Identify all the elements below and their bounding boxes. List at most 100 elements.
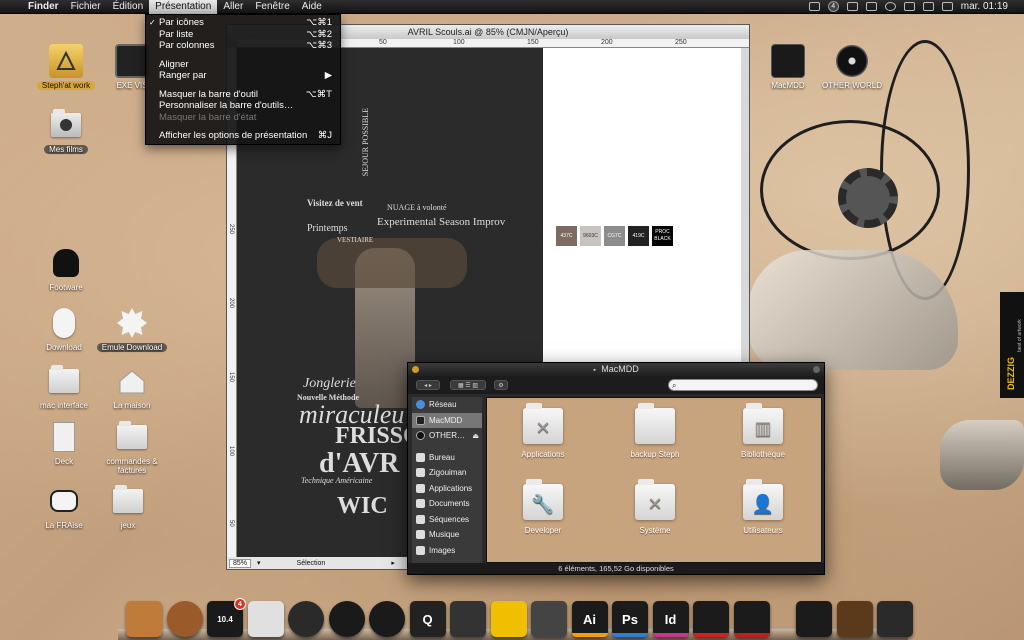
desktop-icon-emule-download[interactable]: Emule Download	[96, 306, 168, 353]
menu-item-par-colonnes[interactable]: Par colonnes ⌥⌘3	[146, 40, 340, 52]
sidebar-item-other[interactable]: OTHER… ⏏	[412, 428, 482, 444]
view-mode-buttons[interactable]: ▦ ☰ ▥	[450, 380, 486, 390]
menu-aller[interactable]: Aller	[217, 0, 249, 14]
ink-pen-icon[interactable]	[450, 601, 486, 637]
color-swatch[interactable]: 9603C	[580, 226, 601, 246]
preview-icon[interactable]	[247, 601, 284, 637]
finder-sidebar: Réseau MacMDD OTHER… ⏏ Bureau Zigouiman A…	[412, 397, 482, 563]
menubar: Finder Fichier Édition Présentation Alle…	[0, 0, 1024, 14]
sync-icon[interactable]	[846, 2, 858, 11]
folder-applications[interactable]: ✕ Applications	[493, 403, 593, 459]
wallpaper-figure	[748, 250, 958, 370]
folder-icon	[635, 403, 675, 444]
menu-item-aligner[interactable]: Aligner	[146, 59, 340, 71]
folder-systeme[interactable]: ✕ Système	[605, 479, 705, 535]
action-menu-button[interactable]: ⚙	[494, 380, 508, 390]
menubar-badge[interactable]: 4	[827, 1, 839, 12]
menu-item-masquer-barre-outil[interactable]: Masquer la barre d'outil ⌥⌘T	[146, 89, 340, 101]
sidebar-item-musique[interactable]: Musique	[412, 527, 482, 543]
system-10-4-icon[interactable]: 10.4 4	[207, 598, 246, 637]
menu-fenetre[interactable]: Fenêtre	[249, 0, 295, 14]
bluetooth-icon[interactable]	[865, 2, 877, 11]
sidebar-item-sequences[interactable]: Séquences	[412, 512, 482, 528]
menu-item-personnaliser-barre[interactable]: Personnaliser la barre d'outils…	[146, 100, 340, 112]
desktop-icon-deck[interactable]: Deck	[28, 420, 100, 466]
desktop-icon-other-world[interactable]: OTHER WORLD	[816, 44, 888, 90]
desktop-icon-la-fraise[interactable]: La FRAise	[28, 484, 100, 530]
menubar-clock[interactable]: mar. 01:19	[961, 1, 1008, 12]
menu-item-options-presentation[interactable]: Afficher les options de présentation ⌘J	[146, 130, 340, 142]
menu-presentation[interactable]: Présentation	[149, 0, 218, 14]
itunes-icon[interactable]	[369, 601, 405, 637]
menu-separator	[146, 123, 340, 130]
menu-edition[interactable]: Édition	[107, 0, 150, 14]
time-machine-icon[interactable]	[884, 2, 896, 11]
sidebar-item-bureau[interactable]: Bureau	[412, 450, 482, 466]
menu-item-par-icones[interactable]: Par icônes⌥⌘1	[146, 17, 340, 29]
utility-icon[interactable]	[531, 601, 567, 637]
system-preferences-icon[interactable]	[796, 601, 832, 637]
chevron-down-icon[interactable]: ▾	[257, 559, 261, 567]
quicktime-icon[interactable]: Q	[409, 601, 446, 637]
desktop-icon-mac-interface[interactable]: mac interface	[28, 364, 100, 410]
sidebar-item-images[interactable]: Images	[412, 543, 482, 559]
indesign-icon[interactable]: Id	[652, 601, 689, 637]
menu-item-ranger-par[interactable]: Ranger par ▶	[146, 70, 340, 82]
sidebar-item-macmdd[interactable]: MacMDD	[412, 412, 482, 428]
menu-item-par-liste[interactable]: Par liste ⌥⌘2	[146, 29, 340, 41]
desktop-icon-la-maison[interactable]: La maison	[96, 364, 168, 410]
finder-titlebar[interactable]: ▪ MacMDD	[408, 363, 824, 376]
wood-disc-icon[interactable]	[166, 601, 203, 637]
back-forward-button[interactable]: ◂ ▸	[416, 380, 440, 390]
books-icon[interactable]	[836, 601, 873, 637]
window-button-icon[interactable]	[412, 366, 419, 373]
finder-content[interactable]: ✕ Applications backup Steph ▥ Bibliothèq…	[486, 397, 822, 563]
menu-fichier[interactable]: Fichier	[65, 0, 107, 14]
acrobat-icon[interactable]	[693, 601, 729, 637]
pantone-icon[interactable]	[490, 601, 527, 637]
dvd-player-icon[interactable]	[328, 601, 365, 637]
sidebar-item-documents[interactable]: Documents	[412, 496, 482, 512]
illustrator-icon[interactable]: Ai	[571, 601, 608, 637]
photoshop-icon[interactable]: Ps	[612, 601, 648, 637]
menu-aide[interactable]: Aide	[296, 0, 328, 14]
status-arrow-icon[interactable]: ▸	[391, 559, 395, 567]
artboard-white[interactable]	[543, 48, 743, 386]
toolbar-toggle-icon[interactable]	[813, 366, 820, 373]
desktop-icon-macmdd[interactable]: MacMDD	[752, 44, 824, 90]
eject-icon[interactable]: ⏏	[472, 432, 479, 440]
status-label[interactable]: Sélection	[297, 560, 326, 567]
sidebar-item-applications[interactable]: Applications	[412, 481, 482, 497]
color-swatch[interactable]: 419C	[628, 226, 649, 246]
wifi-icon[interactable]	[903, 2, 915, 11]
desktop-icon-mes-films[interactable]: Mes films	[30, 108, 102, 155]
desktop-icon-commandes-factures[interactable]: commandes & factures	[96, 420, 168, 475]
sidebar-item-zigouiman[interactable]: Zigouiman	[412, 465, 482, 481]
search-input[interactable]: ⌕	[668, 379, 818, 391]
desktop-icon-footware[interactable]: Footware	[30, 246, 102, 292]
screen-icon[interactable]	[808, 2, 820, 11]
volume-icon[interactable]	[922, 2, 934, 11]
folder-backup-steph[interactable]: backup Steph	[605, 403, 705, 459]
menu-separator	[146, 52, 340, 59]
desktop-icon-download[interactable]: Download	[28, 306, 100, 352]
trash-icon[interactable]	[877, 601, 913, 637]
color-swatch[interactable]: PROC BLACK	[652, 226, 673, 246]
finder-icon[interactable]	[126, 601, 162, 637]
home-icon	[416, 468, 425, 478]
folder-utilisateurs[interactable]: 👤 Utilisateurs	[713, 479, 813, 535]
finder-window[interactable]: ▪ MacMDD ◂ ▸ ▦ ☰ ▥ ⚙ ⌕ Réseau MacMDD OTH…	[407, 362, 825, 575]
color-swatch[interactable]: 437C	[556, 226, 577, 246]
photoshop-label: Ps	[622, 611, 638, 627]
sidebar-item-reseau[interactable]: Réseau	[412, 397, 482, 413]
flash-icon[interactable]	[733, 601, 770, 637]
battery-icon[interactable]	[941, 2, 953, 11]
safari-icon[interactable]	[288, 601, 324, 637]
folder-bibliotheque[interactable]: ▥ Bibliothèque	[713, 403, 813, 459]
color-swatch[interactable]: CG7C	[604, 226, 625, 246]
folder-developer[interactable]: 🔧 Developer	[493, 479, 593, 535]
desktop-icon-steph-at-work[interactable]: Steph'at work	[30, 44, 102, 91]
menu-finder[interactable]: Finder	[22, 0, 65, 14]
zoom-field[interactable]: 85%	[229, 558, 252, 568]
desktop-icon-jeux[interactable]: jeux	[92, 484, 164, 530]
